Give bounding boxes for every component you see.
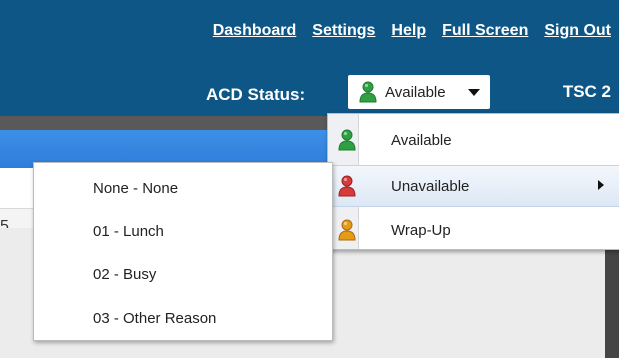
user-green-icon xyxy=(358,81,378,103)
menu-item-label: Wrap-Up xyxy=(391,221,451,239)
reason-item-other[interactable]: 03 - Other Reason xyxy=(34,296,332,340)
menu-item-unavailable[interactable]: Unavailable xyxy=(328,165,619,207)
user-red-icon xyxy=(337,175,357,197)
reason-item-label: 02 - Busy xyxy=(93,265,157,283)
acd-status-selected: Available xyxy=(385,83,446,101)
reason-item-label: 03 - Other Reason xyxy=(93,309,217,327)
user-green-icon xyxy=(337,129,357,151)
top-nav: Dashboard Settings Help Full Screen Sign… xyxy=(213,22,611,40)
acd-status-menu: Available Unavailable Wrap-Up xyxy=(327,113,619,250)
reason-item-label: 01 - Lunch xyxy=(93,222,164,240)
chevron-right-icon xyxy=(598,180,604,190)
acd-status-label: ACD Status: xyxy=(206,85,306,104)
user-orange-icon xyxy=(337,219,357,241)
nav-link-dashboard[interactable]: Dashboard xyxy=(213,22,297,40)
unavailable-reason-submenu: None - None 01 - Lunch 02 - Busy 03 - Ot… xyxy=(33,162,333,341)
nav-link-sign-out[interactable]: Sign Out xyxy=(544,22,611,40)
reason-item-label: None - None xyxy=(93,179,179,197)
reason-item-lunch[interactable]: 01 - Lunch xyxy=(34,209,332,253)
chevron-down-icon xyxy=(468,89,480,96)
nav-link-settings[interactable]: Settings xyxy=(312,22,375,40)
scrollbar[interactable] xyxy=(605,250,619,358)
acd-status-row: ACD Status: Available xyxy=(206,75,490,111)
nav-link-help[interactable]: Help xyxy=(391,22,426,40)
menu-item-label: Available xyxy=(391,131,452,149)
menu-item-label: Unavailable xyxy=(391,177,470,195)
header-bar: Dashboard Settings Help Full Screen Sign… xyxy=(0,0,619,116)
tsc-label: TSC 2 xyxy=(562,82,611,101)
reason-item-none[interactable]: None - None xyxy=(34,166,332,210)
menu-item-available[interactable]: Available xyxy=(328,120,619,160)
menu-item-wrap-up[interactable]: Wrap-Up xyxy=(328,210,619,250)
acd-status-dropdown[interactable]: Available xyxy=(348,75,490,109)
reason-item-busy[interactable]: 02 - Busy xyxy=(34,252,332,296)
nav-link-full-screen[interactable]: Full Screen xyxy=(442,22,528,40)
